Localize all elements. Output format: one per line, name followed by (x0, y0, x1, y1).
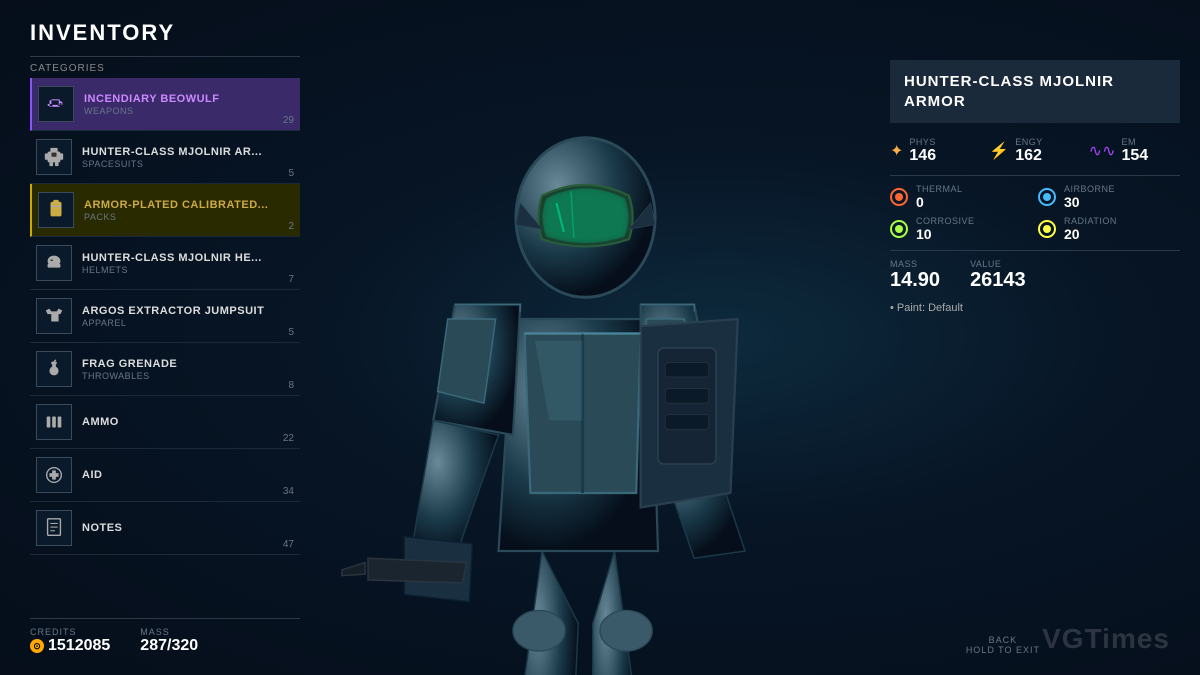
sidebar-item-aid[interactable]: AID 34 (30, 449, 300, 502)
sidebar-item-apparel[interactable]: ARGOS EXTRACTOR JUMPSUIT APPAREL 5 (30, 290, 300, 343)
sidebar-item-helmets[interactable]: HUNTER-CLASS MJOLNIR HE... HELMETS 7 (30, 237, 300, 290)
divider-2 (890, 250, 1180, 251)
watermark: VGTimes (1042, 623, 1170, 655)
resist-grid: THERMAL 0 AIRBORNE 30 CORROSIVE 10 (890, 184, 1180, 242)
thermal-icon (890, 188, 908, 206)
aid-icon (36, 457, 72, 493)
helmets-text: HUNTER-CLASS MJOLNIR HE... HELMETS (82, 252, 294, 275)
divider-1 (890, 175, 1180, 176)
radiation-icon (1038, 220, 1056, 238)
credits-icon: ⊙ (30, 639, 44, 653)
thermal-resist: THERMAL 0 (890, 184, 1032, 210)
phys-icon: ✦ (890, 141, 903, 161)
weapons-text: INCENDIARY BEOWULF WEAPONS (84, 93, 294, 116)
sidebar-item-notes[interactable]: NOTES 47 (30, 502, 300, 555)
ammo-icon (36, 404, 72, 440)
phys-stat: ✦ PHYS 146 (890, 137, 981, 165)
grenade-icon (36, 351, 72, 387)
notes-icon (36, 510, 72, 546)
sidebar: INVENTORY CATEGORIES INCENDIARY BEOWULF … (30, 20, 300, 555)
throwables-text: FRAG GRENADE THROWABLES (82, 358, 294, 381)
item-title: HUNTER-CLASS MJOLNIR ARMOR (904, 72, 1166, 111)
character-view (310, 0, 890, 675)
mass-value-row: MASS 14.90 VALUE 26143 (890, 259, 1180, 292)
notes-text: NOTES (82, 522, 294, 534)
airborne-icon (1038, 188, 1056, 206)
sidebar-item-weapons[interactable]: INCENDIARY BEOWULF WEAPONS 29 (30, 78, 300, 131)
engy-icon: ⚡ (989, 141, 1009, 161)
spacesuits-text: HUNTER-CLASS MJOLNIR AR... SPACESUITS (82, 146, 294, 169)
em-icon: ∿∿ (1089, 141, 1116, 161)
aid-text: AID (82, 469, 294, 481)
main-stats: ✦ PHYS 146 ⚡ ENGY 162 ∿∿ EM 154 (890, 137, 1180, 165)
back-button[interactable]: BACK HOLD TO EXIT (966, 635, 1040, 655)
inventory-title: INVENTORY (30, 20, 300, 46)
em-stat: ∿∿ EM 154 (1089, 137, 1180, 165)
packs-text: ARMOR-PLATED CALIBRATED... PACKS (84, 199, 294, 222)
credits-display: CREDITS ⊙ 1512085 (30, 627, 110, 655)
apparel-text: ARGOS EXTRACTOR JUMPSUIT APPAREL (82, 305, 294, 328)
gun-icon (38, 86, 74, 122)
sidebar-item-spacesuits[interactable]: HUNTER-CLASS MJOLNIR AR... SPACESUITS 5 (30, 131, 300, 184)
credits-value: 1512085 (48, 637, 110, 655)
radiation-resist: RADIATION 20 (1038, 216, 1180, 242)
helmet-icon (36, 245, 72, 281)
sidebar-footer: CREDITS ⊙ 1512085 MASS 287/320 (30, 618, 300, 655)
detail-panel: HUNTER-CLASS MJOLNIR ARMOR ✦ PHYS 146 ⚡ … (890, 60, 1180, 314)
corrosive-icon (890, 220, 908, 238)
stats-row-main: ✦ PHYS 146 ⚡ ENGY 162 ∿∿ EM 154 (890, 137, 1180, 165)
sidebar-item-throwables[interactable]: FRAG GRENADE THROWABLES 8 (30, 343, 300, 396)
mass-detail: MASS 14.90 (890, 259, 940, 292)
item-title-box: HUNTER-CLASS MJOLNIR ARMOR (890, 60, 1180, 123)
mass-value: 287/320 (140, 637, 198, 655)
tshirt-icon (36, 298, 72, 334)
sidebar-item-ammo[interactable]: AMMO 22 (30, 396, 300, 449)
value-detail: VALUE 26143 (970, 259, 1026, 292)
corrosive-resist: CORROSIVE 10 (890, 216, 1032, 242)
paint-info: • Paint: Default (890, 302, 1180, 314)
engy-stat: ⚡ ENGY 162 (989, 137, 1080, 165)
mass-display: MASS 287/320 (140, 627, 198, 655)
sidebar-item-packs[interactable]: ARMOR-PLATED CALIBRATED... PACKS 2 (30, 184, 300, 237)
ammo-text: AMMO (82, 416, 294, 428)
suit-icon (36, 139, 72, 175)
airborne-resist: AIRBORNE 30 (1038, 184, 1180, 210)
pack-icon (38, 192, 74, 228)
categories-label: CATEGORIES (30, 56, 300, 74)
